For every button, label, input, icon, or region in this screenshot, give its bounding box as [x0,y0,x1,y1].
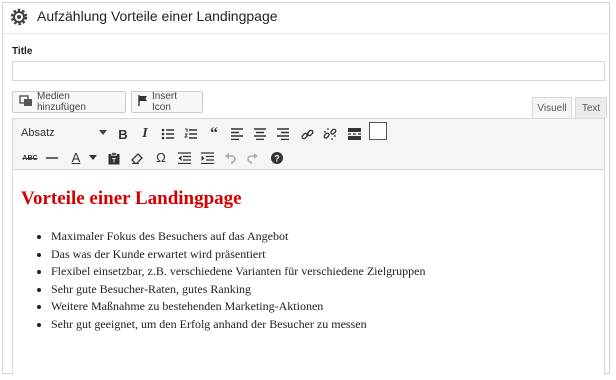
align-left-icon[interactable] [229,125,245,143]
horizontal-rule-icon[interactable] [44,149,60,167]
panel-title: Aufzählung Vorteile einer Landingpage [37,8,278,24]
read-more-icon[interactable] [346,125,362,143]
format-select[interactable]: Absatz [18,123,109,143]
italic-icon[interactable]: I [137,125,153,143]
title-input[interactable] [12,61,605,81]
title-label: Title [12,46,33,57]
tab-visual[interactable]: Visuell [532,97,572,118]
content-heading: Vorteile einer Landingpage [21,188,242,209]
add-media-label: Medien hinzufügen [37,91,86,113]
list-item: Sehr gute Besucher-Raten, gutes Ranking [51,281,425,299]
editor-toolbar: Absatz B I “ ABC A T Ω ? [12,118,605,170]
svg-text:T: T [112,158,116,164]
outdent-icon[interactable] [176,149,192,167]
list-item: Flexibel einsetzbar, z.B. verschiedene V… [51,263,425,281]
list-item: Das was der Kunde erwartet wird präsenti… [51,246,425,264]
text-color-dropdown-icon[interactable] [85,149,101,167]
insert-icon-button[interactable]: Insert Icon [131,91,203,113]
text-color-icon[interactable]: A [68,148,84,166]
redo-icon[interactable] [245,149,261,167]
svg-text:?: ? [274,154,280,164]
unlink-icon[interactable] [322,125,338,143]
numbered-list-icon[interactable] [183,125,199,143]
media-icon [19,94,33,110]
help-icon[interactable]: ? [269,149,285,167]
add-media-button[interactable]: Medien hinzufügen [12,91,126,113]
paste-text-icon[interactable]: T [106,149,122,167]
chevron-down-icon [99,130,107,135]
strikethrough-icon[interactable]: ABC [22,149,38,167]
tab-text[interactable]: Text [575,97,607,118]
link-icon[interactable] [299,125,315,143]
list-item: Sehr gut geeignet, um den Erfolg anhand … [51,316,425,334]
editor-panel: Aufzählung Vorteile einer Landingpage Ti… [2,2,610,375]
toolbar-toggle-icon[interactable] [369,122,387,140]
flag-icon [138,95,148,109]
editor-content[interactable]: Vorteile einer Landingpage Maximaler Fok… [12,170,605,375]
undo-icon[interactable] [222,149,238,167]
content-list: Maximaler Fokus des Besuchers auf das An… [35,228,425,334]
list-item: Weitere Maßnahme zu bestehenden Marketin… [51,298,425,316]
bullet-list-icon[interactable] [160,125,176,143]
align-center-icon[interactable] [252,125,268,143]
special-char-icon[interactable]: Ω [153,148,169,166]
format-select-value: Absatz [21,127,55,139]
bold-icon[interactable]: B [115,125,131,143]
insert-icon-label: Insert Icon [152,91,178,113]
gear-icon[interactable] [9,7,29,27]
indent-icon[interactable] [199,149,215,167]
panel-header: Aufzählung Vorteile einer Landingpage [3,3,609,34]
align-right-icon[interactable] [275,125,291,143]
clear-format-icon[interactable] [129,149,145,167]
list-item: Maximaler Fokus des Besuchers auf das An… [51,228,425,246]
blockquote-icon[interactable]: “ [206,125,222,143]
